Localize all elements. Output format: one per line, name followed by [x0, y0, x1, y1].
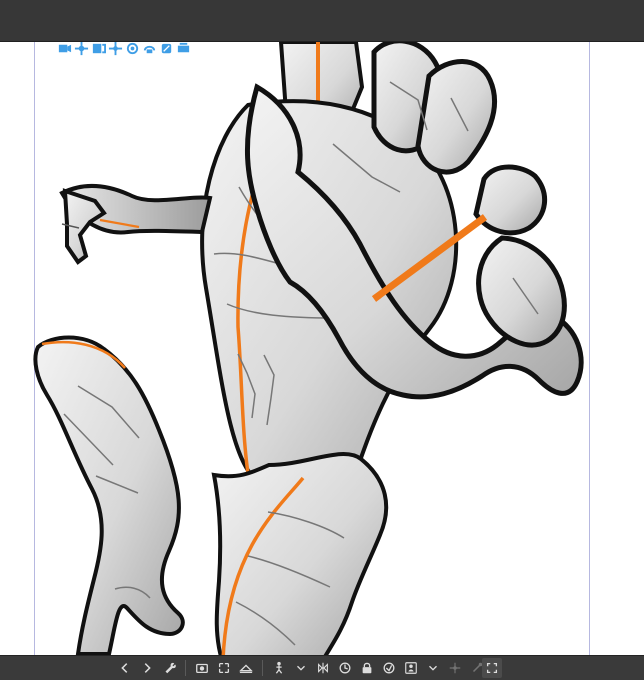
wrench-icon[interactable] [160, 659, 178, 677]
dropdown-icon-2[interactable] [424, 659, 442, 677]
person-frame-icon[interactable] [402, 659, 420, 677]
camera-icon[interactable] [193, 659, 211, 677]
fullscreen-icon [483, 659, 501, 677]
pose-icon[interactable] [270, 659, 288, 677]
previous-icon[interactable] [116, 659, 134, 677]
scale-object-icon[interactable] [158, 40, 174, 56]
3d-model-editor [0, 0, 644, 680]
fullscreen-button[interactable] [482, 658, 502, 678]
joint-icon[interactable] [446, 659, 464, 677]
flip-icon[interactable] [314, 659, 332, 677]
ground-icon[interactable] [237, 659, 255, 677]
lock-joint-icon[interactable] [358, 659, 376, 677]
reset-pose-icon[interactable] [336, 659, 354, 677]
zoom-icon[interactable] [90, 40, 106, 56]
move-object-icon[interactable] [107, 40, 123, 56]
move-camera-icon[interactable] [56, 40, 72, 56]
separator [185, 660, 186, 676]
top-toolbar [0, 0, 644, 42]
separator-2 [262, 660, 263, 676]
pan-icon[interactable] [73, 40, 89, 56]
object-manipulator-toolbar [56, 38, 191, 58]
rotate-object-icon[interactable] [124, 40, 140, 56]
rotate-object-y-icon[interactable] [141, 40, 157, 56]
bottom-toolbar [0, 655, 644, 680]
dropdown-icon[interactable] [292, 659, 310, 677]
fit-view-icon[interactable] [215, 659, 233, 677]
register-pose-icon[interactable] [380, 659, 398, 677]
left-leg [33, 335, 185, 656]
next-icon[interactable] [138, 659, 156, 677]
3d-figure[interactable] [0, 38, 644, 662]
model-tools-group [116, 657, 486, 679]
move-plane-icon[interactable] [175, 40, 191, 56]
right-leg [211, 452, 389, 662]
